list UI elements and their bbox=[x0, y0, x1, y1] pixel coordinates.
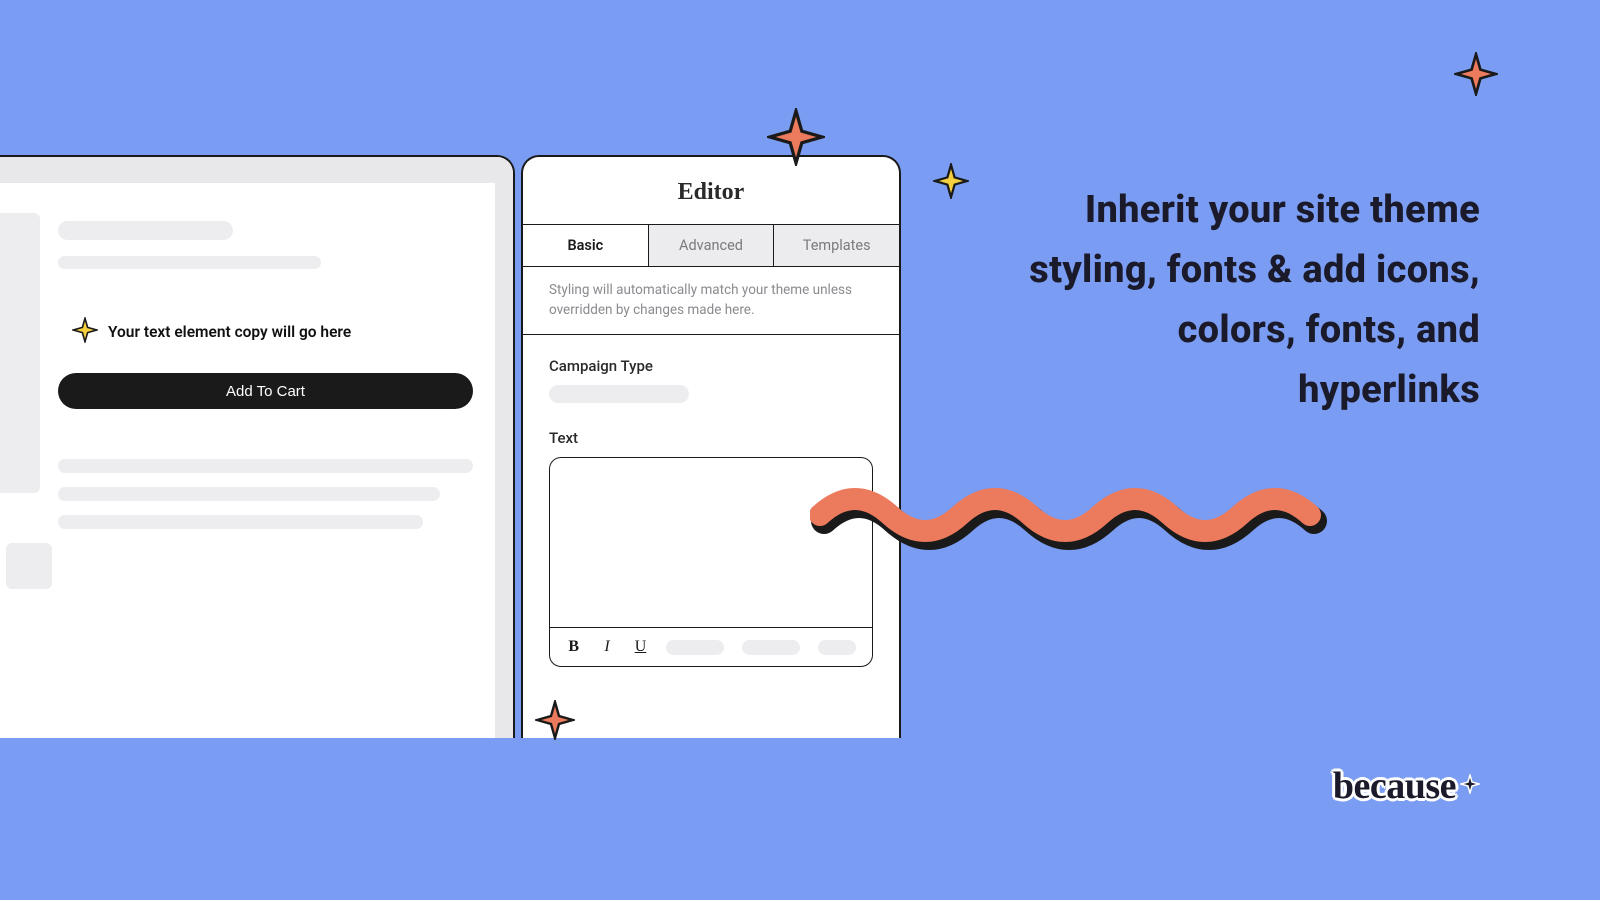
product-image-placeholder bbox=[0, 213, 40, 493]
toolbar-option-placeholder[interactable] bbox=[742, 640, 800, 655]
brand-logo: because bbox=[1333, 764, 1480, 808]
thumbnail-placeholder bbox=[6, 543, 52, 589]
format-toolbar: B I U bbox=[550, 627, 872, 666]
styling-helper-text: Styling will automatically match your th… bbox=[523, 267, 899, 335]
italic-button[interactable]: I bbox=[599, 638, 614, 656]
sparkle-icon bbox=[767, 108, 825, 166]
description-placeholder bbox=[58, 459, 473, 473]
tab-advanced[interactable]: Advanced bbox=[649, 225, 775, 266]
editor-tabs: Basic Advanced Templates bbox=[523, 224, 899, 267]
description-placeholder bbox=[58, 487, 440, 501]
squiggle-connector bbox=[810, 475, 1330, 545]
toolbar-option-placeholder[interactable] bbox=[666, 640, 724, 655]
sparkle-icon bbox=[72, 317, 98, 347]
bold-button[interactable]: B bbox=[566, 638, 581, 656]
preview-content: Your text element copy will go here Add … bbox=[0, 183, 495, 738]
product-title-placeholder bbox=[58, 221, 233, 240]
editor-panel: Editor Basic Advanced Templates Styling … bbox=[521, 155, 901, 738]
marketing-headline: Inherit your site theme styling, fonts &… bbox=[1010, 180, 1480, 420]
sparkle-icon bbox=[933, 163, 969, 199]
underline-button[interactable]: U bbox=[633, 638, 648, 656]
campaign-type-value-placeholder[interactable] bbox=[549, 385, 689, 403]
brand-wordmark: because bbox=[1333, 764, 1456, 808]
tab-templates[interactable]: Templates bbox=[774, 225, 899, 266]
product-subtitle-placeholder bbox=[58, 256, 321, 269]
campaign-type-label: Campaign Type bbox=[549, 357, 873, 375]
add-to-cart-button[interactable]: Add To Cart bbox=[58, 373, 473, 409]
tab-basic[interactable]: Basic bbox=[523, 225, 649, 266]
toolbar-option-placeholder[interactable] bbox=[818, 640, 856, 655]
sparkle-icon bbox=[1460, 760, 1480, 804]
text-element-copy: Your text element copy will go here bbox=[108, 323, 351, 341]
editor-title: Editor bbox=[523, 157, 899, 224]
sparkle-icon bbox=[1454, 52, 1498, 96]
browser-titlebar bbox=[0, 157, 513, 183]
preview-window: Your text element copy will go here Add … bbox=[0, 155, 515, 738]
text-field-label: Text bbox=[549, 429, 873, 447]
description-placeholder bbox=[58, 515, 423, 529]
sparkle-icon bbox=[535, 700, 575, 740]
text-element-preview: Your text element copy will go here bbox=[72, 317, 473, 347]
